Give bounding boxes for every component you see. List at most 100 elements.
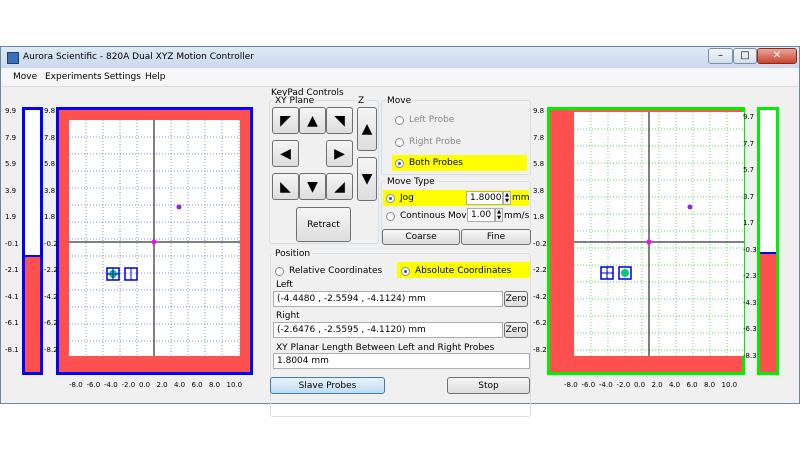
- left-target-marker: [176, 204, 182, 210]
- close-button[interactable]: ✕: [757, 48, 797, 64]
- right-z-tick-label: 7.7: [743, 139, 755, 148]
- left-x-tick-label: 8.0: [209, 381, 221, 389]
- arrow-up-icon: ▲: [307, 112, 318, 129]
- left-y-tick-label: 9.8: [44, 107, 56, 115]
- left-probe-label: Left Probe: [409, 115, 455, 125]
- left-xy-plot[interactable]: [56, 107, 253, 375]
- continuous-radio[interactable]: [386, 212, 395, 221]
- right-xy-plot[interactable]: [547, 107, 745, 375]
- right-z-tick-label: -6.3: [743, 325, 757, 333]
- jog-radio[interactable]: [386, 194, 395, 203]
- move-left-button[interactable]: ◀: [272, 140, 299, 167]
- arrow-down-icon: ▼: [307, 178, 318, 195]
- left-probe-radio[interactable]: [395, 116, 404, 125]
- both-probes-radio[interactable]: [395, 159, 404, 168]
- maximize-button[interactable]: □: [733, 48, 757, 64]
- xy-plane-label: XY Plane: [273, 96, 317, 106]
- minimize-button[interactable]: –: [708, 48, 733, 64]
- left-y-tick-label: -2.2: [44, 266, 58, 274]
- left-y-tick-label: -4.2: [44, 292, 58, 301]
- right-z-tick-label: 9.7: [743, 113, 755, 121]
- menu-settings[interactable]: Settings: [104, 72, 141, 82]
- left-origin-marker: [151, 239, 157, 245]
- jog-distance-input[interactable]: 1.8000: [466, 191, 503, 205]
- relative-coords-radio[interactable]: [275, 267, 284, 276]
- left-zero-button[interactable]: Zero: [504, 291, 528, 307]
- arrow-down-icon: ▼: [361, 171, 373, 187]
- menu-help[interactable]: Help: [145, 72, 166, 82]
- move-down-button[interactable]: ▼: [299, 173, 326, 200]
- right-x-tick-label: 10.0: [721, 381, 738, 389]
- jog-spinner[interactable]: ▲ ▼: [503, 191, 511, 205]
- left-x-tick-label: -6.0: [86, 381, 101, 389]
- move-up-right-button[interactable]: ◥: [326, 107, 353, 134]
- left-z-strip[interactable]: [22, 107, 43, 375]
- left-z-tick-label: 7.9: [5, 133, 17, 142]
- right-z-marker: [760, 252, 776, 254]
- right-x-tick-label: -4.0: [599, 381, 613, 389]
- left-z-tick-label: -8.1: [5, 345, 19, 354]
- left-z-tick-label: 1.9: [5, 213, 17, 221]
- continuous-speed-input[interactable]: 1.00: [467, 208, 495, 222]
- right-z-tick-label: 5.7: [743, 166, 755, 174]
- arrow-up-left-icon: ◤: [280, 112, 291, 129]
- left-z-tick-label: -6.1: [5, 319, 19, 327]
- absolute-coords-radio[interactable]: [401, 267, 410, 276]
- left-y-tick-label: -6.2: [44, 319, 58, 327]
- left-z-tick-label: 5.9: [5, 160, 17, 168]
- right-y-tick-label: 5.8: [533, 160, 545, 168]
- retract-button[interactable]: Retract: [296, 207, 351, 242]
- right-x-tick-label: 0.0: [634, 381, 646, 389]
- arrow-up-right-icon: ◥: [334, 112, 345, 129]
- left-y-tick-label: 1.8: [44, 213, 56, 221]
- left-z-tick-label: 9.9: [5, 107, 17, 115]
- right-position-label: Right: [276, 311, 300, 321]
- arrow-right-icon: ▶: [334, 145, 345, 162]
- right-y-tick-label: -6.2: [533, 319, 547, 327]
- right-x-tick-label: 4.0: [669, 381, 681, 389]
- right-y-tick-label: -4.2: [533, 292, 547, 301]
- menu-experiments[interactable]: Experiments: [45, 72, 102, 82]
- title-bar[interactable]: Aurora Scientific - 820A Dual XYZ Motion…: [1, 47, 799, 68]
- left-y-tick-label: -8.2: [44, 345, 58, 354]
- window-title: Aurora Scientific - 820A Dual XYZ Motion…: [23, 52, 255, 62]
- right-x-tick-label: -2.0: [616, 381, 631, 389]
- z-up-button[interactable]: ▲: [357, 107, 377, 151]
- continuous-unit: mm/s: [504, 211, 530, 221]
- coarse-button[interactable]: Coarse: [382, 229, 460, 245]
- menu-move[interactable]: Move: [13, 72, 37, 82]
- menu-bar: Move Experiments Settings Help: [1, 68, 799, 87]
- left-position-value: (-4.4480 , -2.5594 , -4.1124) mm: [273, 291, 503, 307]
- left-x-tick-label: 10.0: [226, 381, 243, 389]
- left-x-tick-label: 2.0: [156, 381, 168, 389]
- move-down-left-button[interactable]: ◣: [272, 173, 299, 200]
- left-x-tick-label: 4.0: [174, 381, 186, 389]
- stop-button[interactable]: Stop: [447, 377, 530, 394]
- right-z-tick-label: -2.3: [743, 272, 757, 280]
- right-zero-button[interactable]: Zero: [504, 322, 528, 338]
- right-z-strip[interactable]: [757, 107, 779, 375]
- right-x-tick-label: 6.0: [686, 381, 698, 389]
- move-right-button[interactable]: ▶: [326, 140, 353, 167]
- main-window: Aurora Scientific - 820A Dual XYZ Motion…: [0, 46, 800, 417]
- continuous-spinner[interactable]: ▲ ▼: [495, 208, 503, 222]
- right-y-tick-label: -0.2: [533, 239, 547, 248]
- move-type-label: Move Type: [385, 177, 437, 187]
- right-position-value: (-2.6476 , -2.5595 , -4.1120) mm: [273, 322, 503, 338]
- move-up-button[interactable]: ▲: [299, 107, 326, 134]
- jog-label: Jog: [400, 193, 414, 203]
- continuous-label: Continous Move: [400, 211, 473, 221]
- app-icon: [7, 52, 19, 64]
- move-down-right-button[interactable]: ◢: [326, 173, 353, 200]
- z-down-button[interactable]: ▼: [357, 157, 377, 201]
- slave-probes-button[interactable]: Slave Probes: [270, 377, 385, 394]
- right-probe-radio[interactable]: [395, 138, 404, 147]
- right-z-tick-label: -8.3: [743, 351, 757, 360]
- left-y-tick-label: 7.8: [44, 133, 56, 142]
- fine-button[interactable]: Fine: [461, 229, 531, 245]
- left-y-tick-label: -0.2: [44, 239, 58, 248]
- left-xy-grid: [69, 120, 240, 356]
- move-up-left-button[interactable]: ◤: [272, 107, 299, 134]
- right-z-tick-label: 3.7: [743, 192, 755, 201]
- left-position-label: Left: [276, 280, 293, 290]
